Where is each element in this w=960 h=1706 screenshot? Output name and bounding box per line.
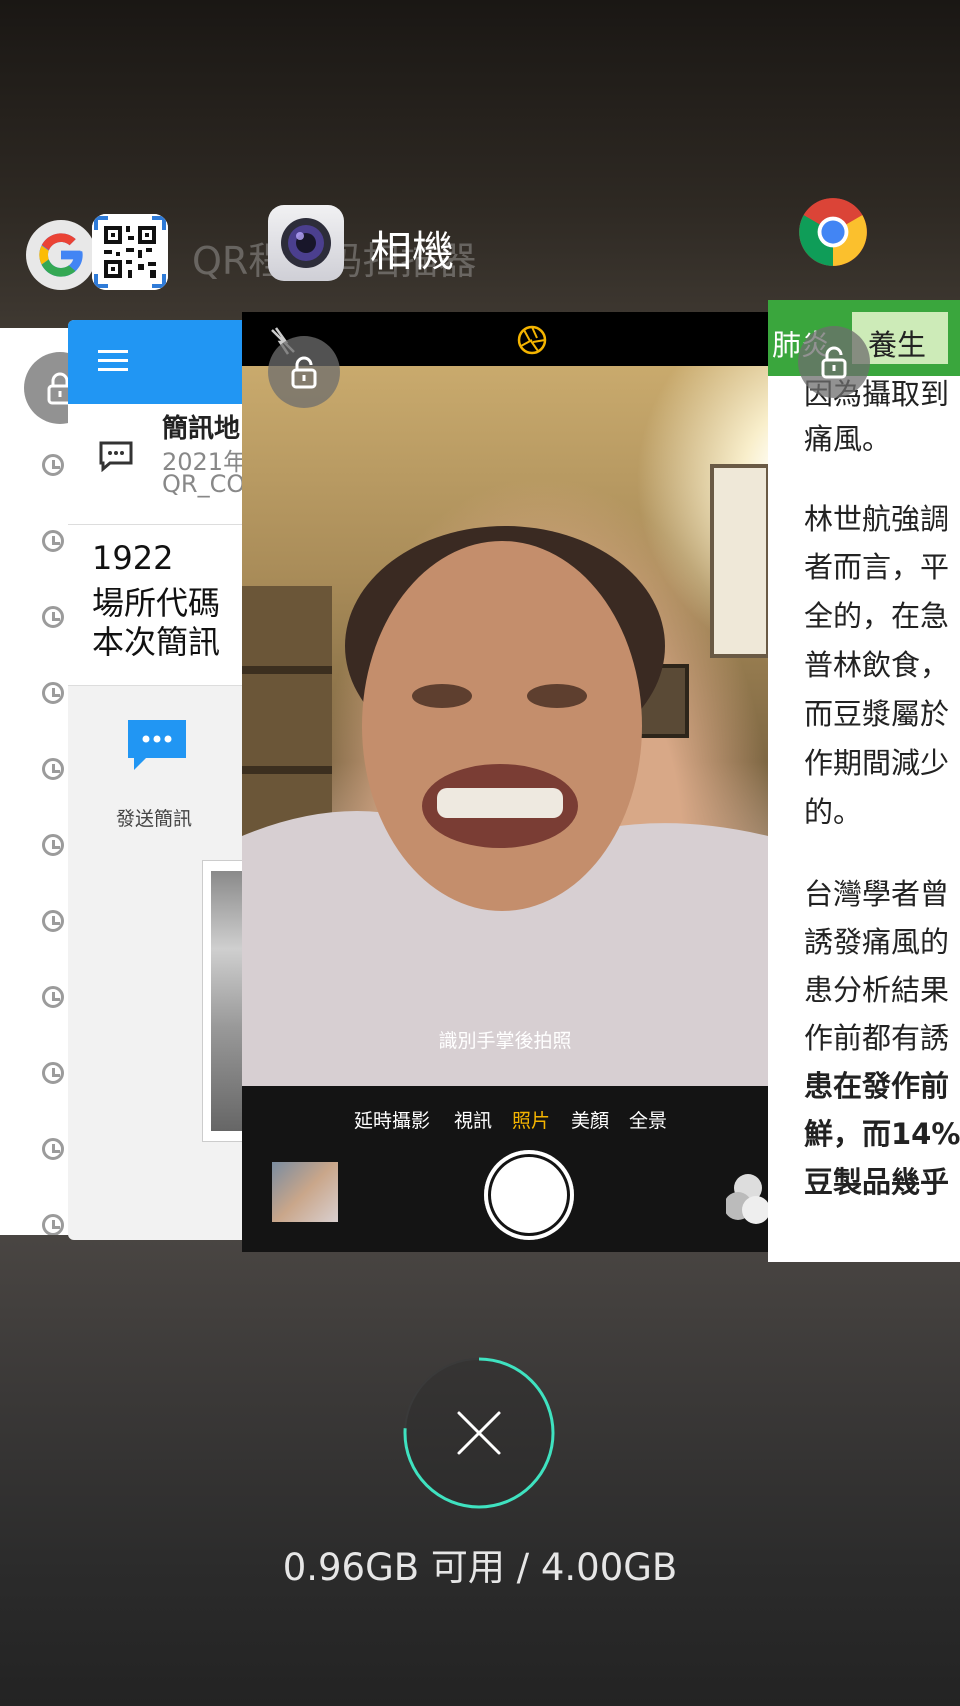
clock-icon — [42, 682, 64, 704]
camera-viewfinder[interactable]: 識別手掌後拍照 — [242, 366, 768, 1086]
article-line: 者而言，平 — [804, 550, 950, 584]
viewfinder-scene — [242, 464, 768, 1086]
memory-status: 0.96GB 可用 / 4.00GB — [282, 1546, 678, 1589]
clock-icon — [42, 1138, 64, 1160]
clock-icon — [42, 1214, 64, 1235]
sms-line: 本次簡訊 — [92, 623, 221, 661]
camera-app-card[interactable]: 識別手掌後拍照 延時攝影 視訊 照片 美顏 全景 — [242, 312, 768, 1252]
camera-app-label: 相機 — [370, 227, 455, 276]
camera-app-icon[interactable] — [268, 205, 344, 281]
sms-tag: QR_CO — [162, 470, 246, 498]
camera-lens-icon — [281, 218, 331, 268]
clock-icon — [42, 606, 64, 628]
article-line: 誘發痛風的 — [804, 925, 950, 959]
sms-message-header: 簡訊地 2021年 QR_CO — [68, 404, 248, 525]
clock-icon — [42, 910, 64, 932]
chrome-app-icon[interactable] — [796, 195, 870, 269]
message-icon — [99, 441, 133, 472]
clock-icon — [42, 530, 64, 552]
mode-panorama[interactable]: 全景 — [629, 1106, 667, 1133]
article-line: 而豆漿屬於 — [804, 697, 950, 731]
clock-icon — [42, 1062, 64, 1084]
article-line: 台灣學者曾 — [804, 877, 950, 911]
qr-scanner-app-icon[interactable] — [92, 214, 168, 290]
send-sms-label[interactable]: 發送簡訊 — [116, 804, 192, 831]
clock-icon — [42, 758, 64, 780]
tab-health[interactable]: 養生 — [868, 322, 926, 364]
google-app-icon[interactable] — [26, 220, 96, 290]
filter-icon[interactable] — [726, 1172, 768, 1232]
qr-code-icon — [92, 214, 168, 290]
sms-app-card[interactable]: 簡訊地 2021年 QR_CO 1922 場所代碼 本次簡訊 發送簡訊 — [68, 320, 248, 1240]
sms-app-bar — [68, 320, 248, 404]
article-line: 痛風。 — [804, 422, 892, 456]
article-line: 鮮，而14% — [804, 1117, 960, 1151]
article-line: 患分析結果 — [804, 973, 950, 1007]
chrome-icon — [799, 198, 867, 266]
camera-hint: 識別手掌後拍照 — [438, 1030, 572, 1052]
mode-video[interactable]: 視訊 — [454, 1106, 492, 1133]
sms-line: 1922 — [92, 539, 174, 577]
chrome-article-card[interactable]: 肺炎 養生 因為攝取到 痛風。 林世航強調 者而言，平 全的，在急 普林飲食， … — [768, 300, 960, 1262]
article-line: 豆製品幾乎 — [804, 1165, 950, 1199]
mode-beauty[interactable]: 美顏 — [571, 1106, 609, 1133]
gallery-thumbnail[interactable] — [272, 1162, 338, 1222]
clear-all-button[interactable] — [402, 1356, 556, 1510]
mode-photo[interactable]: 照片 — [512, 1106, 550, 1133]
sms-body: 1922 場所代碼 本次簡訊 — [68, 525, 248, 686]
mode-timelapse[interactable]: 延時攝影 — [354, 1106, 430, 1133]
shutter-button[interactable] — [484, 1150, 574, 1240]
lock-icon[interactable] — [268, 336, 340, 408]
clock-icon — [42, 454, 64, 476]
clock-icon — [42, 986, 64, 1008]
article-line: 作前都有誘 — [804, 1021, 950, 1055]
lock-icon[interactable] — [798, 326, 870, 398]
article-line: 普林飲食， — [804, 648, 950, 682]
aperture-icon[interactable] — [516, 324, 548, 356]
article-line: 林世航強調 — [804, 502, 950, 536]
google-g-icon — [39, 233, 83, 277]
article-line: 作期間減少 — [804, 746, 950, 780]
article-line: 的。 — [804, 795, 863, 829]
send-sms-icon[interactable] — [124, 716, 190, 774]
camera-controls: 延時攝影 視訊 照片 美顏 全景 — [242, 1086, 768, 1252]
menu-icon[interactable] — [98, 350, 128, 372]
clock-icon — [42, 834, 64, 856]
sms-title: 簡訊地 — [162, 414, 241, 444]
article-line: 全的，在急 — [804, 599, 950, 633]
article-line: 患在發作前 — [804, 1069, 950, 1103]
